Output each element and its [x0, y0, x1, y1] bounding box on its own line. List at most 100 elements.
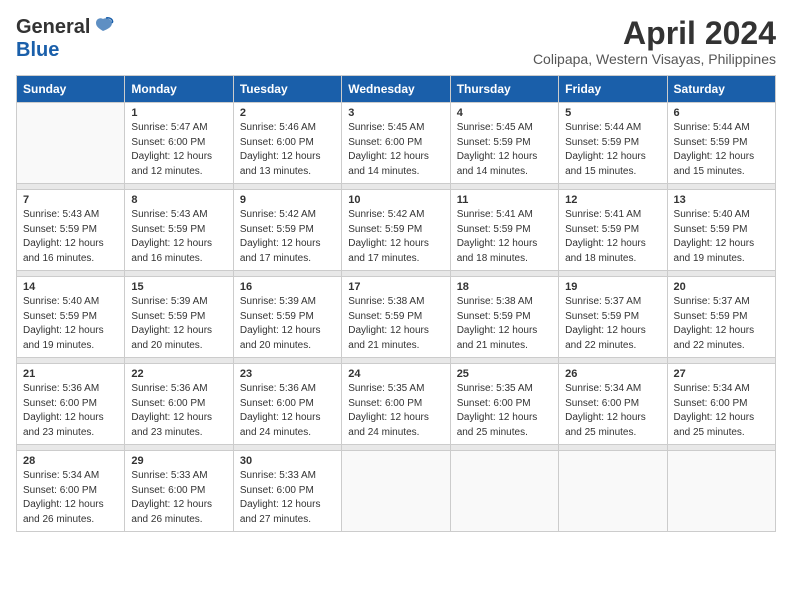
- calendar-cell: [17, 103, 125, 184]
- calendar-cell: 22 Sunrise: 5:36 AM Sunset: 6:00 PM Dayli…: [125, 364, 233, 445]
- calendar-header-tuesday: Tuesday: [233, 76, 341, 103]
- calendar-cell: [450, 451, 558, 532]
- day-number: 28: [23, 455, 118, 467]
- day-info: Sunrise: 5:44 AM Sunset: 5:59 PM Dayligh…: [565, 121, 660, 179]
- day-info: Sunrise: 5:40 AM Sunset: 5:59 PM Dayligh…: [674, 208, 769, 266]
- calendar-cell: 6 Sunrise: 5:44 AM Sunset: 5:59 PM Daylig…: [667, 103, 775, 184]
- calendar-header-monday: Monday: [125, 76, 233, 103]
- calendar-header-friday: Friday: [559, 76, 667, 103]
- day-info: Sunrise: 5:38 AM Sunset: 5:59 PM Dayligh…: [348, 295, 443, 353]
- calendar-cell: 21 Sunrise: 5:36 AM Sunset: 6:00 PM Dayli…: [17, 364, 125, 445]
- calendar-cell: 24 Sunrise: 5:35 AM Sunset: 6:00 PM Dayli…: [342, 364, 450, 445]
- day-number: 17: [348, 281, 443, 293]
- calendar-cell: 25Sunrise: 5:35 AM Sunset: 6:00 PM Dayli…: [450, 364, 558, 445]
- day-number: 30: [240, 455, 335, 467]
- calendar-header-wednesday: Wednesday: [342, 76, 450, 103]
- day-info: Sunrise: 5:43 AM Sunset: 5:59 PM Dayligh…: [131, 208, 226, 266]
- title-section: April 2024 Colipapa, Western Visayas, Ph…: [533, 16, 776, 67]
- calendar-cell: 3 Sunrise: 5:45 AM Sunset: 6:00 PM Daylig…: [342, 103, 450, 184]
- day-number: 19: [565, 281, 660, 293]
- calendar-cell: 28 Sunrise: 5:34 AM Sunset: 6:00 PM Dayli…: [17, 451, 125, 532]
- day-number: 4: [457, 107, 552, 119]
- logo-general-text: General: [16, 16, 90, 39]
- day-info: Sunrise: 5:35 AM Sunset: 6:00 PM Dayligh…: [348, 382, 443, 440]
- day-number: 10: [348, 194, 443, 206]
- day-number: 3: [348, 107, 443, 119]
- day-number: 12: [565, 194, 660, 206]
- calendar-cell: [342, 451, 450, 532]
- calendar-cell: 7 Sunrise: 5:43 AM Sunset: 5:59 PM Daylig…: [17, 190, 125, 271]
- calendar-cell: 2Sunrise: 5:46 AM Sunset: 6:00 PM Daylig…: [233, 103, 341, 184]
- calendar-cell: 11 Sunrise: 5:41 AM Sunset: 5:59 PM Dayli…: [450, 190, 558, 271]
- day-number: 14: [23, 281, 118, 293]
- day-info: Sunrise: 5:37 AM Sunset: 5:59 PM Dayligh…: [674, 295, 769, 353]
- day-number: 16: [240, 281, 335, 293]
- calendar-header-saturday: Saturday: [667, 76, 775, 103]
- day-info: Sunrise: 5:36 AM Sunset: 6:00 PM Dayligh…: [240, 382, 335, 440]
- day-info: Sunrise: 5:43 AM Sunset: 5:59 PM Dayligh…: [23, 208, 118, 266]
- day-info: Sunrise: 5:34 AM Sunset: 6:00 PM Dayligh…: [23, 469, 118, 527]
- calendar-header-sunday: Sunday: [17, 76, 125, 103]
- day-number: 27: [674, 368, 769, 380]
- day-info: Sunrise: 5:42 AM Sunset: 5:59 PM Dayligh…: [348, 208, 443, 266]
- day-info: Sunrise: 5:33 AM Sunset: 6:00 PM Dayligh…: [240, 469, 335, 527]
- day-number: 24: [348, 368, 443, 380]
- day-number: 26: [565, 368, 660, 380]
- day-info: Sunrise: 5:44 AM Sunset: 5:59 PM Dayligh…: [674, 121, 769, 179]
- logo-bird-icon: [92, 17, 114, 35]
- logo-blue-text: Blue: [16, 39, 59, 61]
- day-info: Sunrise: 5:41 AM Sunset: 5:59 PM Dayligh…: [565, 208, 660, 266]
- location-text: Colipapa, Western Visayas, Philippines: [533, 51, 776, 67]
- calendar-table: SundayMondayTuesdayWednesdayThursdayFrid…: [16, 75, 776, 532]
- day-number: 13: [674, 194, 769, 206]
- calendar-cell: 10 Sunrise: 5:42 AM Sunset: 5:59 PM Dayli…: [342, 190, 450, 271]
- day-info: Sunrise: 5:39 AM Sunset: 5:59 PM Dayligh…: [240, 295, 335, 353]
- calendar-cell: 15 Sunrise: 5:39 AM Sunset: 5:59 PM Dayli…: [125, 277, 233, 358]
- calendar-cell: 4Sunrise: 5:45 AM Sunset: 5:59 PM Daylig…: [450, 103, 558, 184]
- day-number: 9: [240, 194, 335, 206]
- day-number: 21: [23, 368, 118, 380]
- calendar-cell: 20 Sunrise: 5:37 AM Sunset: 5:59 PM Dayli…: [667, 277, 775, 358]
- calendar-cell: 27 Sunrise: 5:34 AM Sunset: 6:00 PM Dayli…: [667, 364, 775, 445]
- day-number: 8: [131, 194, 226, 206]
- calendar-cell: 17 Sunrise: 5:38 AM Sunset: 5:59 PM Dayli…: [342, 277, 450, 358]
- day-number: 20: [674, 281, 769, 293]
- day-info: Sunrise: 5:33 AM Sunset: 6:00 PM Dayligh…: [131, 469, 226, 527]
- day-number: 18: [457, 281, 552, 293]
- day-number: 11: [457, 194, 552, 206]
- day-info: Sunrise: 5:41 AM Sunset: 5:59 PM Dayligh…: [457, 208, 552, 266]
- logo: General Blue: [16, 16, 114, 62]
- day-info: Sunrise: 5:47 AM Sunset: 6:00 PM Dayligh…: [131, 121, 226, 179]
- day-info: Sunrise: 5:34 AM Sunset: 6:00 PM Dayligh…: [565, 382, 660, 440]
- day-number: 6: [674, 107, 769, 119]
- day-info: Sunrise: 5:45 AM Sunset: 6:00 PM Dayligh…: [348, 121, 443, 179]
- day-info: Sunrise: 5:42 AM Sunset: 5:59 PM Dayligh…: [240, 208, 335, 266]
- day-info: Sunrise: 5:34 AM Sunset: 6:00 PM Dayligh…: [674, 382, 769, 440]
- calendar-cell: 12 Sunrise: 5:41 AM Sunset: 5:59 PM Dayli…: [559, 190, 667, 271]
- day-info: Sunrise: 5:46 AM Sunset: 6:00 PM Dayligh…: [240, 121, 335, 179]
- calendar-cell: [559, 451, 667, 532]
- day-info: Sunrise: 5:36 AM Sunset: 6:00 PM Dayligh…: [131, 382, 226, 440]
- day-number: 15: [131, 281, 226, 293]
- day-number: 22: [131, 368, 226, 380]
- day-number: 23: [240, 368, 335, 380]
- day-info: Sunrise: 5:38 AM Sunset: 5:59 PM Dayligh…: [457, 295, 552, 353]
- day-number: 29: [131, 455, 226, 467]
- calendar-cell: 23 Sunrise: 5:36 AM Sunset: 6:00 PM Dayli…: [233, 364, 341, 445]
- day-info: Sunrise: 5:40 AM Sunset: 5:59 PM Dayligh…: [23, 295, 118, 353]
- day-number: 7: [23, 194, 118, 206]
- calendar-cell: 30 Sunrise: 5:33 AM Sunset: 6:00 PM Dayli…: [233, 451, 341, 532]
- day-info: Sunrise: 5:35 AM Sunset: 6:00 PM Dayligh…: [457, 382, 552, 440]
- day-number: 5: [565, 107, 660, 119]
- month-title: April 2024: [533, 16, 776, 51]
- calendar-cell: 9 Sunrise: 5:42 AM Sunset: 5:59 PM Daylig…: [233, 190, 341, 271]
- calendar-cell: 19Sunrise: 5:37 AM Sunset: 5:59 PM Dayli…: [559, 277, 667, 358]
- day-info: Sunrise: 5:36 AM Sunset: 6:00 PM Dayligh…: [23, 382, 118, 440]
- page-header: General Blue April 2024 Colipapa, Wester…: [16, 16, 776, 67]
- calendar-cell: 1Sunrise: 5:47 AM Sunset: 6:00 PM Daylig…: [125, 103, 233, 184]
- calendar-cell: 26 Sunrise: 5:34 AM Sunset: 6:00 PM Dayli…: [559, 364, 667, 445]
- calendar-cell: [667, 451, 775, 532]
- day-info: Sunrise: 5:39 AM Sunset: 5:59 PM Dayligh…: [131, 295, 226, 353]
- calendar-cell: 14 Sunrise: 5:40 AM Sunset: 5:59 PM Dayli…: [17, 277, 125, 358]
- calendar-header-thursday: Thursday: [450, 76, 558, 103]
